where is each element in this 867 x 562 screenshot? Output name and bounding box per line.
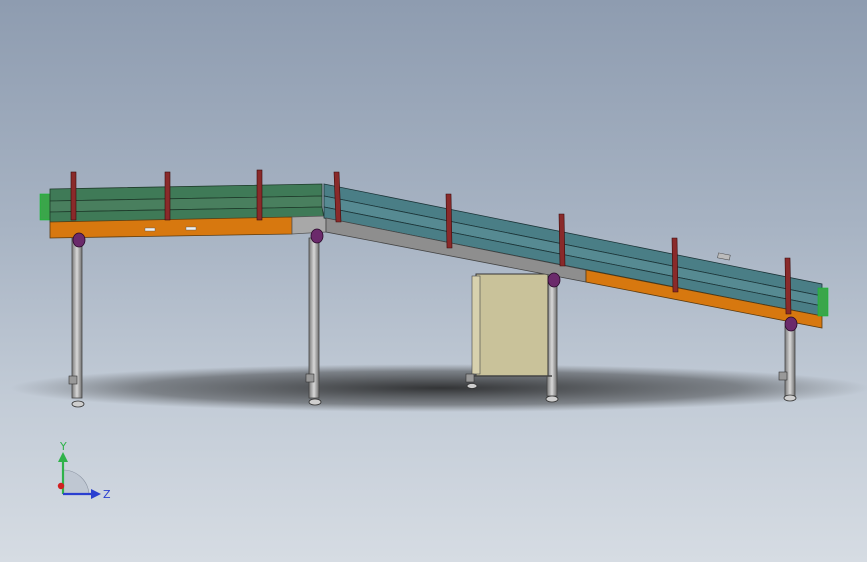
- triad-base-shade: [62, 469, 90, 495]
- conveyor-model[interactable]: [0, 0, 867, 562]
- leg-left[interactable]: [68, 237, 85, 408]
- z-axis-label: Z: [103, 488, 111, 501]
- x-axis-dot-icon: [57, 482, 65, 490]
- horizontal-conveyor-section[interactable]: [39, 169, 327, 248]
- leg-middle[interactable]: [305, 237, 322, 406]
- z-axis-arrow-icon: [91, 489, 101, 499]
- orientation-triad[interactable]: Y Z: [45, 440, 125, 510]
- floor-shadow: [10, 364, 867, 412]
- incline-conveyor-section[interactable]: [323, 171, 829, 332]
- graphics-viewport[interactable]: Y Z: [0, 0, 867, 562]
- y-axis-arrow-icon: [58, 452, 68, 462]
- control-cabinet[interactable]: [465, 273, 552, 389]
- y-axis-label: Y: [59, 440, 67, 453]
